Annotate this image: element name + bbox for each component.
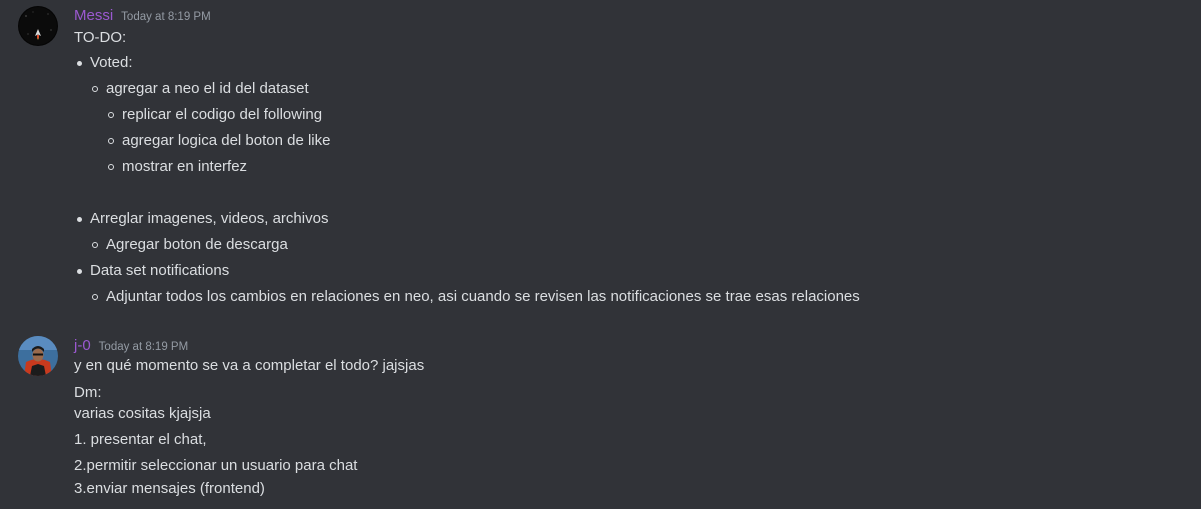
username[interactable]: j-0 (74, 337, 91, 354)
timestamp[interactable]: Today at 8:19 PM (99, 341, 189, 353)
message-text: y en qué momento se va a completar el to… (74, 357, 425, 374)
username[interactable]: Messi (74, 7, 113, 24)
list-item: Arreglar imagenes, videos, archivos (76, 210, 329, 227)
message-text: TO-DO: (74, 29, 127, 46)
list-item: replicar el codigo del following (107, 106, 323, 123)
list-item: Agregar boton de descarga (92, 236, 288, 253)
list-item: Data set notifications (76, 262, 230, 279)
person-photo-icon (18, 336, 58, 376)
message-text: 2.permitir seleccionar un usuario para c… (74, 457, 358, 474)
list-item: agregar a neo el id del dataset (92, 80, 309, 97)
rocket-icon (18, 6, 58, 46)
list-item: mostrar en interfez (107, 158, 248, 175)
avatar[interactable] (18, 6, 58, 46)
message-text: varias cositas kjajsja (74, 405, 211, 422)
message-text: Dm: (74, 384, 102, 401)
list-item: agregar logica del boton de like (107, 132, 331, 149)
message-text: 3.enviar mensajes (frontend) (74, 480, 265, 497)
message-text: 1. presentar el chat, (74, 431, 207, 448)
message-group: Messi Today at 8:19 PM TO-DO: Voted: agr… (0, 0, 1201, 320)
list-item: Adjuntar todos los cambios en relaciones… (92, 288, 860, 305)
list-item: Voted: (77, 54, 133, 71)
message-group: j-0 Today at 8:19 PM y en qué momento se… (0, 330, 1201, 509)
avatar[interactable] (18, 336, 58, 376)
timestamp[interactable]: Today at 8:19 PM (121, 11, 211, 23)
